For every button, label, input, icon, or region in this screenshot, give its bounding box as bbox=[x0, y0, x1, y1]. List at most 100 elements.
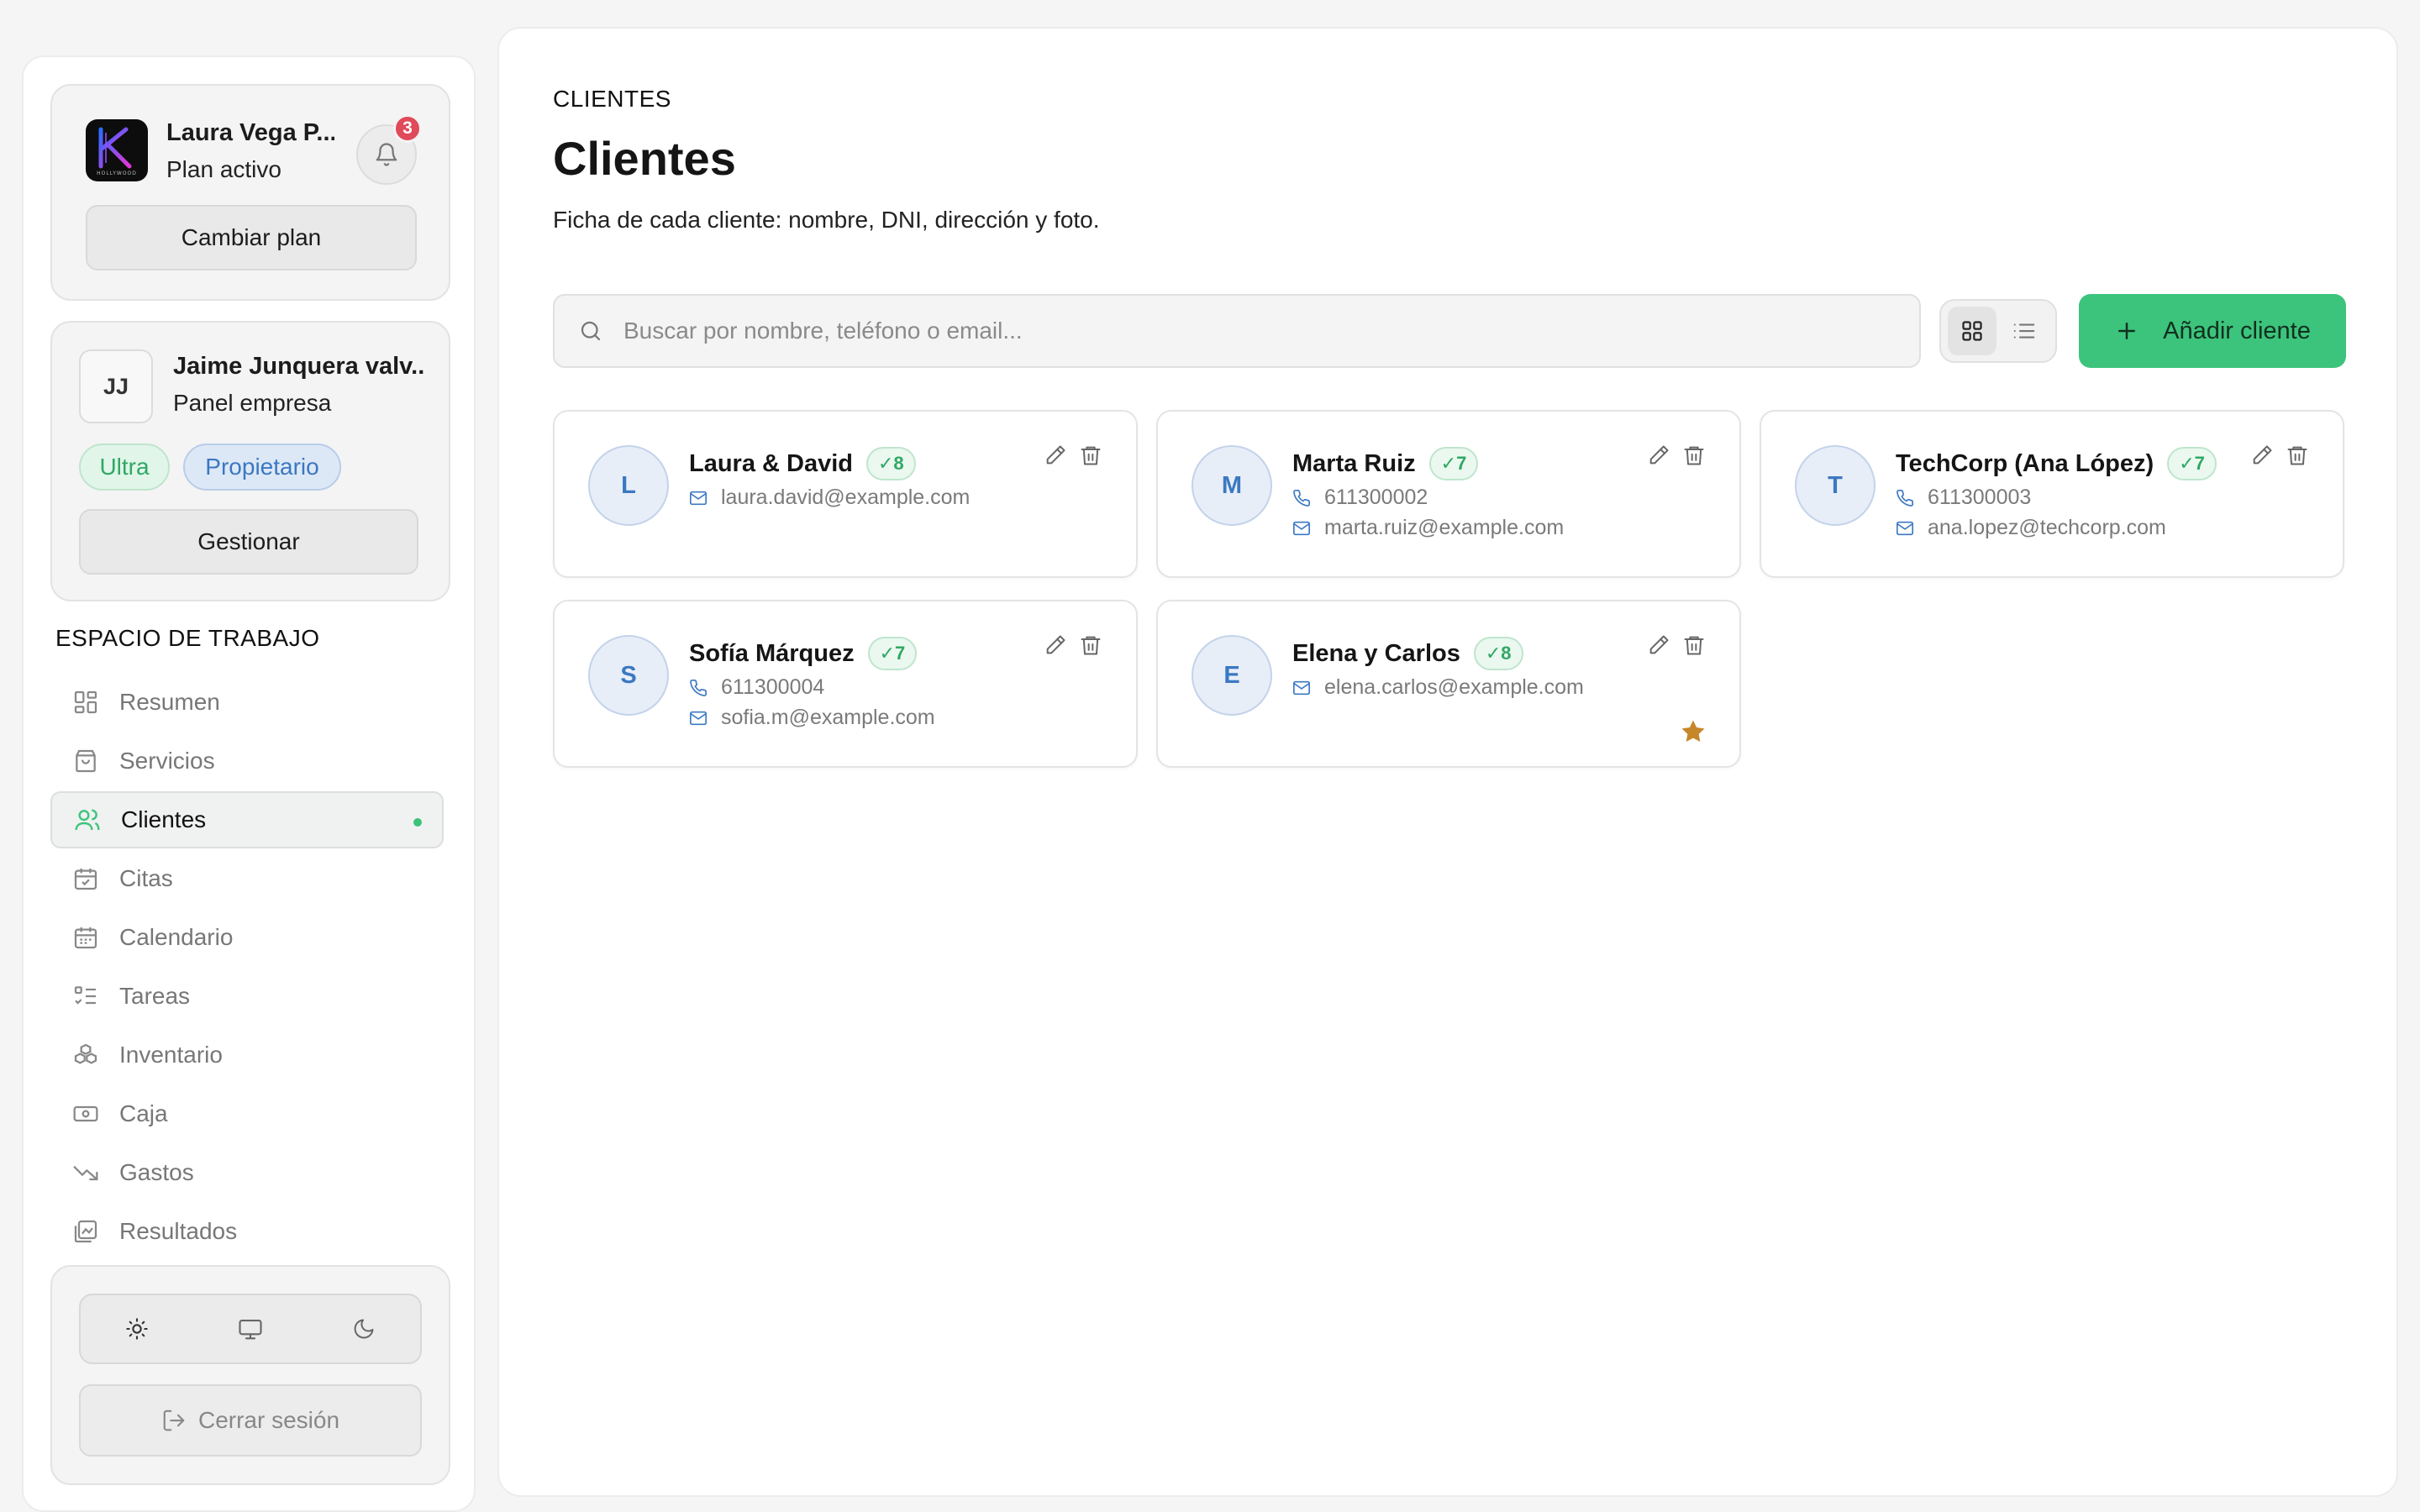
nav-item-citas[interactable]: Citas bbox=[50, 850, 444, 907]
nav-item-clientes[interactable]: Clientes bbox=[50, 791, 444, 848]
phone-icon bbox=[1897, 489, 1913, 507]
client-email-row: ana.lopez@techcorp.com bbox=[1896, 516, 2166, 540]
client-name: Marta Ruiz bbox=[1292, 449, 1416, 477]
search-icon bbox=[581, 321, 601, 341]
client-visits-badge: ✓7 bbox=[867, 637, 918, 670]
client-card[interactable]: E Elena y Carlos ✓8 elena.carlos@example… bbox=[1156, 600, 1741, 768]
nav-item-resumen[interactable]: Resumen bbox=[50, 674, 444, 731]
client-email-row: laura.david@example.com bbox=[689, 486, 970, 510]
nav-item-caja[interactable]: Caja bbox=[50, 1085, 444, 1142]
task-list-icon bbox=[74, 986, 96, 1005]
shopping-bag-icon bbox=[76, 749, 96, 773]
tag-ultra: Ultra bbox=[79, 444, 170, 491]
client-visits-badge: ✓7 bbox=[1428, 447, 1479, 480]
nav-label: Calendario bbox=[119, 924, 234, 950]
company-avatar: JJ bbox=[79, 349, 153, 423]
client-card[interactable]: S Sofía Márquez ✓7 611300004 sofia.m@exa… bbox=[553, 600, 1138, 768]
nav-item-tareas[interactable]: Tareas bbox=[50, 968, 444, 1025]
nav-item-inventario[interactable]: Inventario bbox=[50, 1026, 444, 1084]
theme-dark-button[interactable] bbox=[339, 1304, 389, 1354]
monitor-icon bbox=[239, 1319, 262, 1340]
manage-button[interactable]: Gestionar bbox=[79, 509, 418, 575]
grid-view-button[interactable] bbox=[1948, 307, 1996, 355]
client-email-row: marta.ruiz@example.com bbox=[1292, 516, 1564, 540]
calendar-icon bbox=[74, 927, 97, 949]
theme-system-button[interactable] bbox=[225, 1304, 276, 1354]
bell-icon bbox=[376, 143, 397, 166]
logout-icon bbox=[163, 1410, 185, 1431]
account-plan: Plan activo bbox=[166, 156, 281, 182]
search-box bbox=[553, 294, 1921, 368]
nav-label: Caja bbox=[119, 1100, 168, 1126]
tag-owner: Propietario bbox=[183, 444, 341, 491]
client-card[interactable]: T TechCorp (Ana López) ✓7 611300003 ana.… bbox=[1760, 410, 2344, 578]
nav-label: Clientes bbox=[121, 806, 207, 832]
client-actions bbox=[1647, 633, 1706, 657]
client-avatar: E bbox=[1192, 635, 1272, 716]
list-icon bbox=[2013, 323, 2035, 339]
trending-down-icon bbox=[73, 1166, 98, 1181]
client-actions bbox=[1044, 633, 1102, 657]
account-card: HOLLYWOOD Laura Vega P... Plan activo 3 … bbox=[50, 84, 450, 301]
trash-icon[interactable] bbox=[1682, 633, 1706, 657]
calendar-check-icon bbox=[74, 869, 97, 890]
phone-icon bbox=[1293, 489, 1310, 507]
client-actions bbox=[1044, 444, 1102, 467]
client-card[interactable]: L Laura & David ✓8 laura.david@example.c… bbox=[553, 410, 1138, 578]
users-icon bbox=[75, 809, 100, 831]
client-name-row: Laura & David ✓8 bbox=[689, 447, 916, 480]
client-actions bbox=[2250, 444, 2309, 467]
cash-icon bbox=[73, 1105, 98, 1122]
sidebar: HOLLYWOOD Laura Vega P... Plan activo 3 … bbox=[22, 55, 476, 1512]
trash-icon[interactable] bbox=[1079, 444, 1102, 467]
client-email: sofia.m@example.com bbox=[721, 706, 935, 729]
nav-item-gastos[interactable]: Gastos bbox=[50, 1144, 444, 1201]
moon-icon bbox=[354, 1319, 374, 1339]
change-plan-button[interactable]: Cambiar plan bbox=[86, 205, 417, 270]
client-avatar: M bbox=[1192, 445, 1272, 526]
client-actions bbox=[1647, 444, 1706, 467]
edit-icon[interactable] bbox=[1647, 633, 1670, 657]
client-email-row: elena.carlos@example.com bbox=[1292, 675, 1584, 700]
trash-icon[interactable] bbox=[1682, 444, 1706, 467]
nav-item-calendario[interactable]: Calendario bbox=[50, 909, 444, 966]
theme-card: Cerrar sesión bbox=[50, 1265, 450, 1485]
brand-logo: HOLLYWOOD bbox=[86, 119, 148, 181]
logout-button[interactable]: Cerrar sesión bbox=[79, 1384, 422, 1457]
company-owner-name: Jaime Junquera valv... bbox=[173, 353, 425, 380]
trash-icon[interactable] bbox=[2286, 444, 2309, 467]
mail-icon bbox=[1293, 680, 1310, 695]
nav-item-resultados[interactable]: Resultados bbox=[50, 1203, 444, 1260]
client-email-row: sofia.m@example.com bbox=[689, 706, 935, 730]
edit-icon[interactable] bbox=[1647, 444, 1670, 467]
add-client-button[interactable]: Añadir cliente bbox=[2079, 294, 2346, 368]
edit-icon[interactable] bbox=[1044, 633, 1067, 657]
view-toggle bbox=[1939, 299, 2057, 363]
nav-label: Resumen bbox=[119, 689, 220, 715]
client-phone: 611300002 bbox=[1324, 486, 1428, 509]
edit-icon[interactable] bbox=[2250, 444, 2274, 467]
client-phone: 611300004 bbox=[721, 675, 825, 699]
search-input[interactable] bbox=[623, 318, 1884, 344]
nav-label: Resultados bbox=[119, 1218, 238, 1244]
svg-text:HOLLYWOOD: HOLLYWOOD bbox=[97, 171, 137, 176]
client-name-row: TechCorp (Ana López) ✓7 bbox=[1896, 447, 2217, 480]
client-name: Sofía Márquez bbox=[689, 639, 855, 667]
client-email: laura.david@example.com bbox=[721, 486, 971, 509]
page-subtitle: Ficha de cada cliente: nombre, DNI, dire… bbox=[553, 207, 1100, 233]
client-name-row: Marta Ruiz ✓7 bbox=[1292, 447, 1479, 480]
trash-icon[interactable] bbox=[1079, 633, 1102, 657]
add-client-label: Añadir cliente bbox=[2163, 317, 2311, 344]
client-phone: 611300003 bbox=[1928, 486, 2032, 509]
notification-count-badge: 3 bbox=[393, 114, 422, 143]
list-view-button[interactable] bbox=[2000, 307, 2049, 355]
main-content: CLIENTES Clientes Ficha de cada cliente:… bbox=[497, 27, 2398, 1497]
client-card[interactable]: M Marta Ruiz ✓7 611300002 marta.ruiz@exa… bbox=[1156, 410, 1741, 578]
theme-light-button[interactable] bbox=[112, 1304, 162, 1354]
nav-item-servicios[interactable]: Servicios bbox=[50, 732, 444, 790]
client-phone-row: 611300002 bbox=[1292, 486, 1428, 510]
favorite-star-icon[interactable] bbox=[1679, 717, 1707, 746]
edit-icon[interactable] bbox=[1044, 444, 1067, 467]
client-name: TechCorp (Ana López) bbox=[1896, 449, 2154, 477]
account-name: Laura Vega P... bbox=[166, 119, 334, 146]
